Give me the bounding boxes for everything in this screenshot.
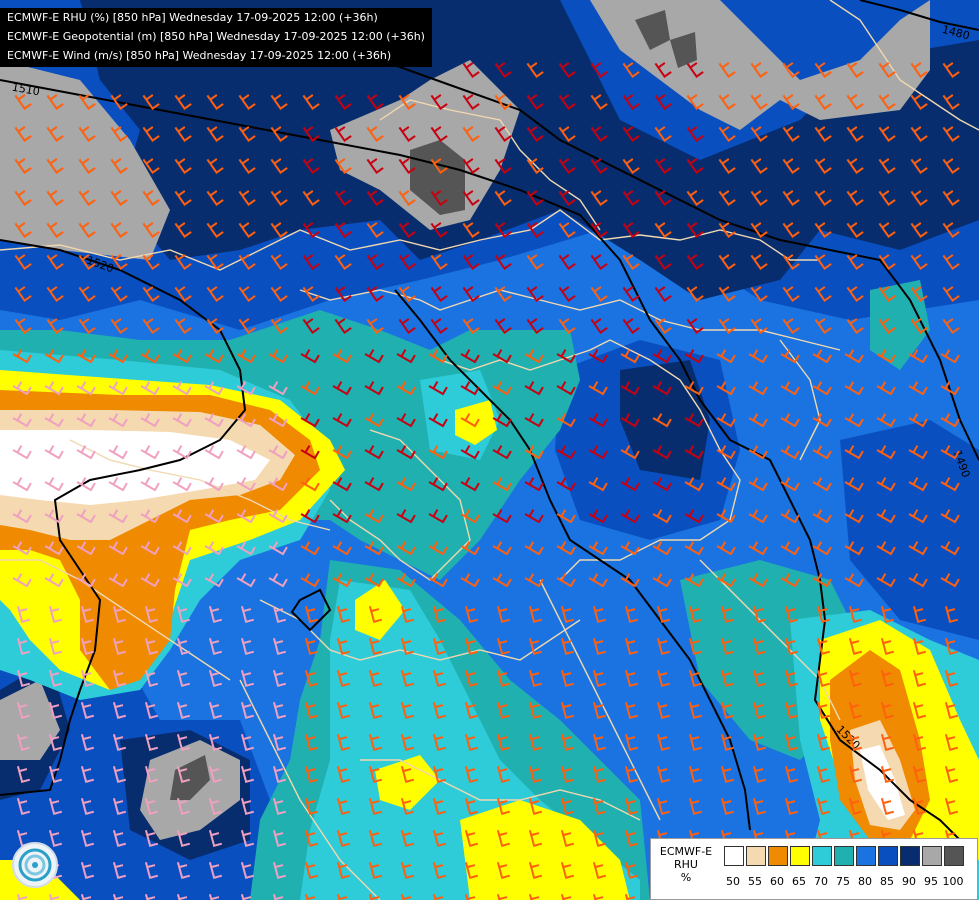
legend-swatch	[724, 846, 744, 866]
legend-tick-label: 80	[858, 875, 872, 888]
legend-swatches	[724, 846, 966, 866]
legend-title: ECMWF-E RHU %	[653, 845, 719, 884]
rhu-map: 1480 1510 1520 1490 1520	[0, 0, 979, 900]
legend-tick-label: 70	[814, 875, 828, 888]
legend-swatch	[746, 846, 766, 866]
legend-tick-label: 60	[770, 875, 784, 888]
legend-tick-label: 55	[748, 875, 762, 888]
legend-swatch	[900, 846, 920, 866]
map-title-box: ECMWF-E RHU (%) [850 hPa] Wednesday 17-0…	[0, 8, 432, 67]
title-line-rhu: ECMWF-E RHU (%) [850 hPa] Wednesday 17-0…	[7, 11, 378, 24]
legend-tick-label: 75	[836, 875, 850, 888]
legend-unit: %	[680, 871, 692, 884]
legend-tick-label: 100	[942, 875, 964, 888]
legend-title-model: ECMWF-E	[659, 845, 713, 858]
ogimet-swirl-icon	[12, 842, 58, 888]
legend-swatch	[812, 846, 832, 866]
rhu-color-legend: ECMWF-E RHU % 50 55 60 65 70 75 80 85 90 95 100	[650, 838, 978, 900]
legend-tick-label: 90	[902, 875, 916, 888]
legend-swatch	[922, 846, 942, 866]
legend-swatch	[768, 846, 788, 866]
legend-tick-label: 50	[726, 875, 740, 888]
legend-swatch	[790, 846, 810, 866]
legend-tick-label: 85	[880, 875, 894, 888]
legend-swatch	[856, 846, 876, 866]
title-line-wind: ECMWF-E Wind (m/s) [850 hPa] Wednesday 1…	[7, 49, 392, 62]
legend-swatch	[834, 846, 854, 866]
legend-tick-label: 95	[924, 875, 938, 888]
legend-tick-label: 65	[792, 875, 806, 888]
legend-swatch	[878, 846, 898, 866]
title-line-geopotential: ECMWF-E Geopotential (m) [850 hPa] Wedne…	[7, 30, 425, 43]
legend-swatch	[944, 846, 964, 866]
legend-title-variable: RHU	[674, 858, 698, 871]
